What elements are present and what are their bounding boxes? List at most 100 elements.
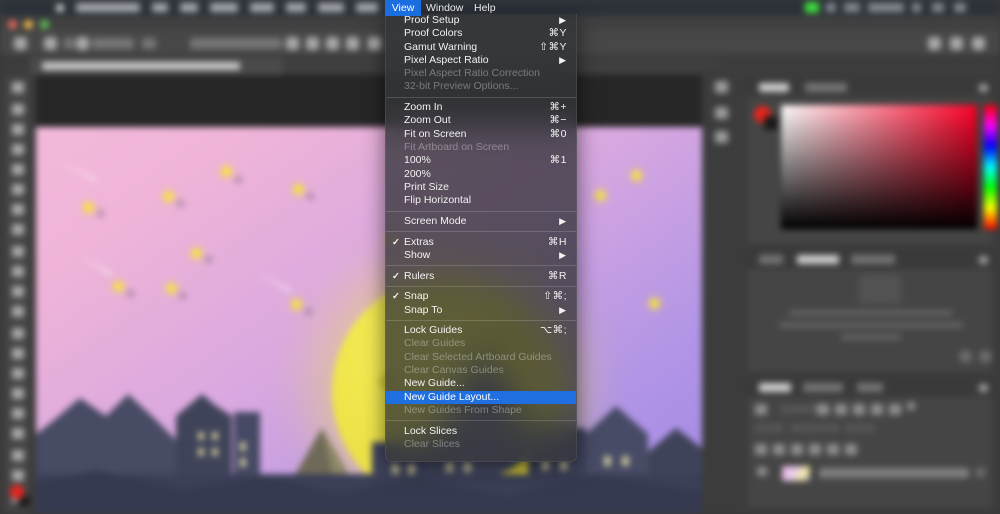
tab-properties[interactable] [851, 255, 895, 264]
battery-icon[interactable] [805, 2, 819, 13]
menu-item-200[interactable]: 200% [386, 168, 576, 181]
color-picker-field[interactable] [780, 104, 998, 230]
control-center-icon[interactable] [954, 3, 966, 12]
panel-menu-icon[interactable] [979, 256, 988, 264]
brush-preset-icon[interactable] [44, 37, 57, 50]
lock-image-icon[interactable] [773, 444, 785, 455]
menu-item-screen-mode[interactable]: Screen Mode ▶ [386, 215, 576, 228]
angle-icon[interactable] [326, 37, 339, 50]
apple-icon[interactable] [56, 4, 64, 12]
eraser-tool-icon[interactable] [12, 286, 24, 297]
panel-footer-icon[interactable] [959, 350, 972, 363]
filter-kind-icon[interactable] [755, 404, 767, 415]
menu-item-zoom-out[interactable]: Zoom Out ⌘− [386, 114, 576, 127]
menu-item-zoom-in[interactable]: Zoom In ⌘+ [386, 101, 576, 114]
menubar-item-window[interactable]: Window [426, 0, 463, 16]
tab-libraries[interactable] [759, 255, 783, 264]
menubar-item-photoshop[interactable] [76, 3, 140, 12]
wifi-icon[interactable] [844, 3, 860, 12]
adjustments-icon[interactable] [715, 131, 728, 143]
filter-shape-icon[interactable] [871, 404, 883, 415]
tools-panel[interactable] [4, 75, 30, 514]
quick-select-tool-icon[interactable] [12, 144, 24, 155]
menu-item-show[interactable]: Show ▶ [386, 249, 576, 262]
smoothing-icon[interactable] [306, 37, 319, 50]
menu-item-rulers[interactable]: ✓ Rulers ⌘R [386, 270, 576, 283]
lock-all-icon[interactable] [827, 444, 839, 455]
menubar-item-type[interactable] [286, 3, 306, 12]
menu-item-snap[interactable]: ✓ Snap ⇧⌘; [386, 290, 576, 303]
clone-source-icon[interactable] [715, 107, 728, 119]
gradient-tool-icon[interactable] [12, 306, 24, 317]
brush-size-field[interactable] [64, 38, 74, 49]
flow-field[interactable] [190, 38, 282, 49]
share-icon[interactable] [972, 37, 985, 50]
healing-brush-tool-icon[interactable] [12, 204, 24, 215]
menu-item-lock-slices[interactable]: Lock Slices [386, 425, 576, 438]
layers-panel[interactable] [746, 379, 994, 509]
zoom-tool-icon[interactable] [12, 470, 24, 481]
collapsed-panel-rail[interactable] [706, 75, 736, 514]
tab-paths[interactable] [857, 383, 883, 392]
eyedropper-tool-icon[interactable] [12, 184, 24, 195]
menu-item-pixel-aspect-ratio[interactable]: Pixel Aspect Ratio ▶ [386, 54, 576, 67]
layer-name[interactable] [819, 468, 969, 478]
maximize-window-button[interactable] [40, 20, 49, 29]
workspace-icon[interactable] [950, 37, 963, 50]
close-window-button[interactable] [8, 20, 17, 29]
properties-panel[interactable] [746, 251, 994, 373]
brush-settings-icon[interactable] [715, 81, 728, 93]
history-brush-tool-icon[interactable] [12, 266, 24, 277]
mode-field[interactable] [92, 38, 134, 49]
opacity-value[interactable] [791, 424, 839, 432]
menu-item-gamut-warning[interactable]: Gamut Warning ⇧⌘Y [386, 41, 576, 54]
panel-menu-icon[interactable] [979, 384, 988, 392]
canvas-viewport[interactable] [36, 75, 702, 514]
properties-panel-tabs[interactable] [747, 252, 993, 269]
menubar-item-edit[interactable] [180, 3, 198, 12]
path-select-tool-icon[interactable] [12, 408, 24, 419]
menu-item-new-guide-layout[interactable]: New Guide Layout... [386, 390, 576, 404]
tab-swatches[interactable] [805, 83, 847, 92]
filter-pixel-icon[interactable] [817, 404, 829, 415]
color-panel-tabs[interactable] [747, 80, 993, 97]
filter-type-icon[interactable] [853, 404, 865, 415]
tool-preset-icon[interactable] [14, 37, 27, 50]
layer-thumbnail[interactable] [781, 465, 811, 482]
menubar-item-view[interactable]: View [385, 0, 421, 16]
brush-tool-icon[interactable] [12, 224, 24, 235]
menubar-item-image[interactable] [210, 3, 238, 12]
minimize-window-button[interactable] [24, 20, 33, 29]
opacity-field[interactable] [755, 424, 783, 432]
layers-panel-tabs[interactable] [747, 380, 993, 397]
menubar-item-layer[interactable] [250, 3, 274, 12]
artwork-night-scene[interactable] [36, 127, 702, 514]
menu-item-print-size[interactable]: Print Size [386, 181, 576, 194]
menubar-item-select[interactable] [318, 3, 344, 12]
tab-layers[interactable] [759, 383, 791, 392]
symmetry-icon[interactable] [346, 37, 359, 50]
foreground-color-swatch[interactable] [10, 485, 24, 499]
filter-adjustment-icon[interactable] [835, 404, 847, 415]
shape-tool-icon[interactable] [12, 428, 24, 439]
pen-tool-icon[interactable] [12, 368, 24, 379]
marquee-tool-icon[interactable] [12, 104, 24, 115]
menu-item-lock-guides[interactable]: Lock Guides ⌥⌘; [386, 324, 576, 337]
view-dropdown-menu[interactable]: Proof Setup ▶ Proof Colors ⌘Y Gamut Warning ⇧… [385, 14, 577, 462]
hue-slider[interactable] [983, 104, 998, 230]
menubar-clock[interactable] [868, 3, 904, 12]
tablet-pressure-icon[interactable] [368, 37, 381, 50]
filter-toggle-icon[interactable] [907, 402, 915, 410]
fill-value[interactable] [845, 424, 875, 432]
lock-transparent-icon[interactable] [755, 444, 767, 455]
lock-position-icon[interactable] [791, 444, 803, 455]
tab-color[interactable] [759, 83, 789, 92]
tab-channels[interactable] [803, 383, 843, 392]
blur-tool-icon[interactable] [12, 328, 24, 339]
panel-background-swatch[interactable] [764, 116, 778, 130]
filter-smart-icon[interactable] [889, 404, 901, 415]
move-tool-icon[interactable] [12, 82, 24, 93]
opacity-field[interactable] [142, 38, 156, 49]
menubar-item-filter[interactable] [356, 3, 378, 12]
lasso-tool-icon[interactable] [12, 124, 24, 135]
